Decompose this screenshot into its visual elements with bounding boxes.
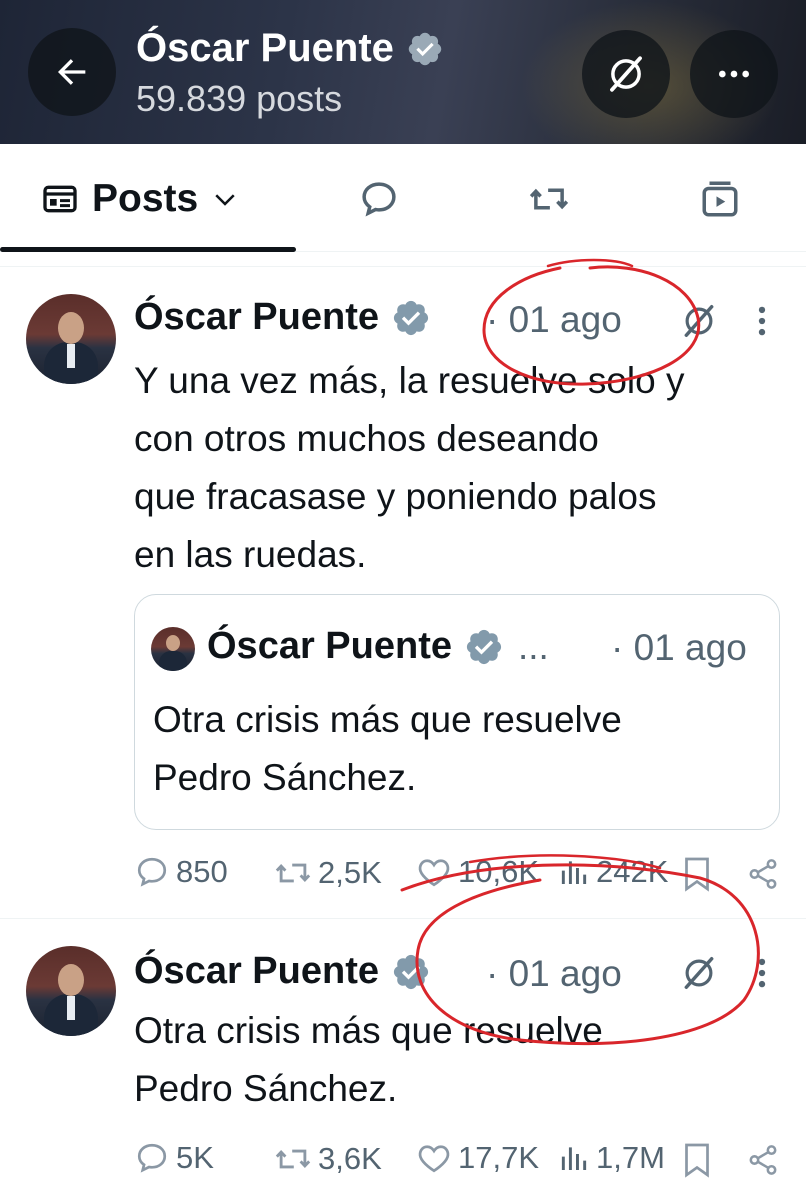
profile-tabs: Posts [0, 144, 806, 252]
quote-author-row: Óscar Puente ... [207, 625, 549, 668]
repost-button[interactable]: 3,6K [274, 1140, 382, 1178]
post-text-line: en las ruedas. [134, 534, 367, 575]
header-name: Óscar Puente [136, 26, 394, 70]
quote-handle-ellipsis: ... [518, 625, 549, 667]
tab-media[interactable] [699, 178, 741, 220]
quote-timestamp: · 01 ago [611, 627, 747, 668]
quote-author-name: Óscar Puente [207, 625, 452, 667]
views-count: 1,7M [596, 1140, 665, 1175]
grok-icon[interactable] [680, 954, 718, 992]
share-icon[interactable] [746, 1142, 780, 1178]
tab-active-indicator [0, 247, 296, 252]
views-button[interactable]: 1,7M [558, 1140, 665, 1176]
repost-icon [529, 188, 569, 210]
reply-button[interactable]: 5K [134, 1140, 214, 1176]
views-chart-icon [561, 1147, 587, 1170]
verified-badge-icon [464, 627, 504, 667]
tab-replies[interactable] [358, 178, 400, 220]
post-actions: 850 2,5K 10,6K 242K [134, 854, 784, 898]
tab-reposts[interactable] [528, 178, 570, 220]
quote-text-line: Pedro Sánchez. [153, 757, 417, 798]
more-vertical-icon[interactable] [748, 954, 776, 992]
share-icon[interactable] [746, 856, 780, 892]
repost-icon [275, 863, 311, 883]
post-divider [0, 918, 806, 919]
post-text-line: Otra crisis más que resuelve [134, 1010, 603, 1051]
avatar [151, 627, 195, 671]
quoted-post[interactable]: Óscar Puente ... · 01 ago Otra crisis má… [134, 594, 780, 830]
grok-icon[interactable] [680, 302, 718, 340]
post-author-name[interactable]: Óscar Puente [134, 950, 379, 993]
heart-icon [418, 1145, 450, 1173]
reply-count: 850 [176, 854, 228, 889]
reply-icon [137, 857, 167, 887]
reply-icon [137, 1143, 167, 1173]
post-text: Otra crisis más que resuelve Pedro Sánch… [134, 1002, 603, 1118]
post-author-name[interactable]: Óscar Puente [134, 296, 379, 339]
quote-text-line: Otra crisis más que resuelve [153, 699, 622, 740]
section-divider [0, 266, 806, 267]
back-button[interactable] [28, 28, 116, 116]
grok-button[interactable] [582, 30, 670, 118]
post-actions: 5K 3,6K 17,7K 1,7M [134, 1140, 784, 1184]
more-button[interactable] [690, 30, 778, 118]
more-vertical-icon[interactable] [748, 302, 776, 340]
reply-button[interactable]: 850 [134, 854, 228, 890]
like-button[interactable]: 10,6K [416, 854, 539, 890]
header-title: Óscar Puente [136, 26, 444, 71]
views-chart-icon [561, 861, 587, 884]
verified-badge-icon [391, 298, 431, 338]
tab-posts[interactable]: Posts [40, 174, 240, 224]
repost-count: 3,6K [318, 1141, 382, 1176]
repost-count: 2,5K [318, 855, 382, 890]
post-text-line: Pedro Sánchez. [134, 1068, 398, 1109]
chevron-down-icon[interactable] [210, 184, 240, 214]
like-count: 17,7K [458, 1140, 540, 1175]
posts-feed-icon [43, 185, 77, 213]
repost-icon [275, 1149, 311, 1169]
posts-count: 59.839 posts [136, 78, 343, 119]
heart-icon [418, 859, 450, 887]
views-count: 242K [596, 854, 669, 889]
grok-icon [610, 56, 642, 92]
views-button[interactable]: 242K [558, 854, 668, 890]
avatar[interactable] [26, 294, 116, 384]
bookmark-icon[interactable] [682, 856, 712, 892]
verified-badge-icon [408, 32, 442, 65]
reply-bubble-icon [362, 182, 396, 217]
reply-count: 5K [176, 1140, 214, 1175]
post-author-row: Óscar Puente [134, 296, 431, 339]
like-count: 10,6K [458, 854, 540, 889]
repost-button[interactable]: 2,5K [274, 854, 382, 892]
post-text-line: Y una vez más, la resuelve solo y [134, 360, 685, 401]
post-text: Y una vez más, la resuelve solo y con ot… [134, 352, 684, 584]
profile-header: Óscar Puente 59.839 posts [0, 0, 806, 144]
bookmark-icon[interactable] [682, 1142, 712, 1178]
post-author-row: Óscar Puente [134, 950, 431, 993]
like-button[interactable]: 17,7K [416, 1140, 539, 1176]
more-horizontal-icon [719, 70, 749, 78]
post-text-line: que fracasase y poniendo palos [134, 476, 657, 517]
media-icon [702, 181, 738, 217]
post-timestamp[interactable]: · 01 ago [486, 299, 622, 341]
post-timestamp[interactable]: · 01 ago [486, 953, 622, 995]
verified-badge-icon [391, 952, 431, 992]
post-text-line: con otros muchos deseando [134, 418, 599, 459]
quote-text: Otra crisis más que resuelve Pedro Sánch… [153, 691, 622, 807]
arrow-left-icon [58, 59, 86, 85]
avatar[interactable] [26, 946, 116, 1036]
tab-posts-label: Posts [92, 177, 199, 220]
